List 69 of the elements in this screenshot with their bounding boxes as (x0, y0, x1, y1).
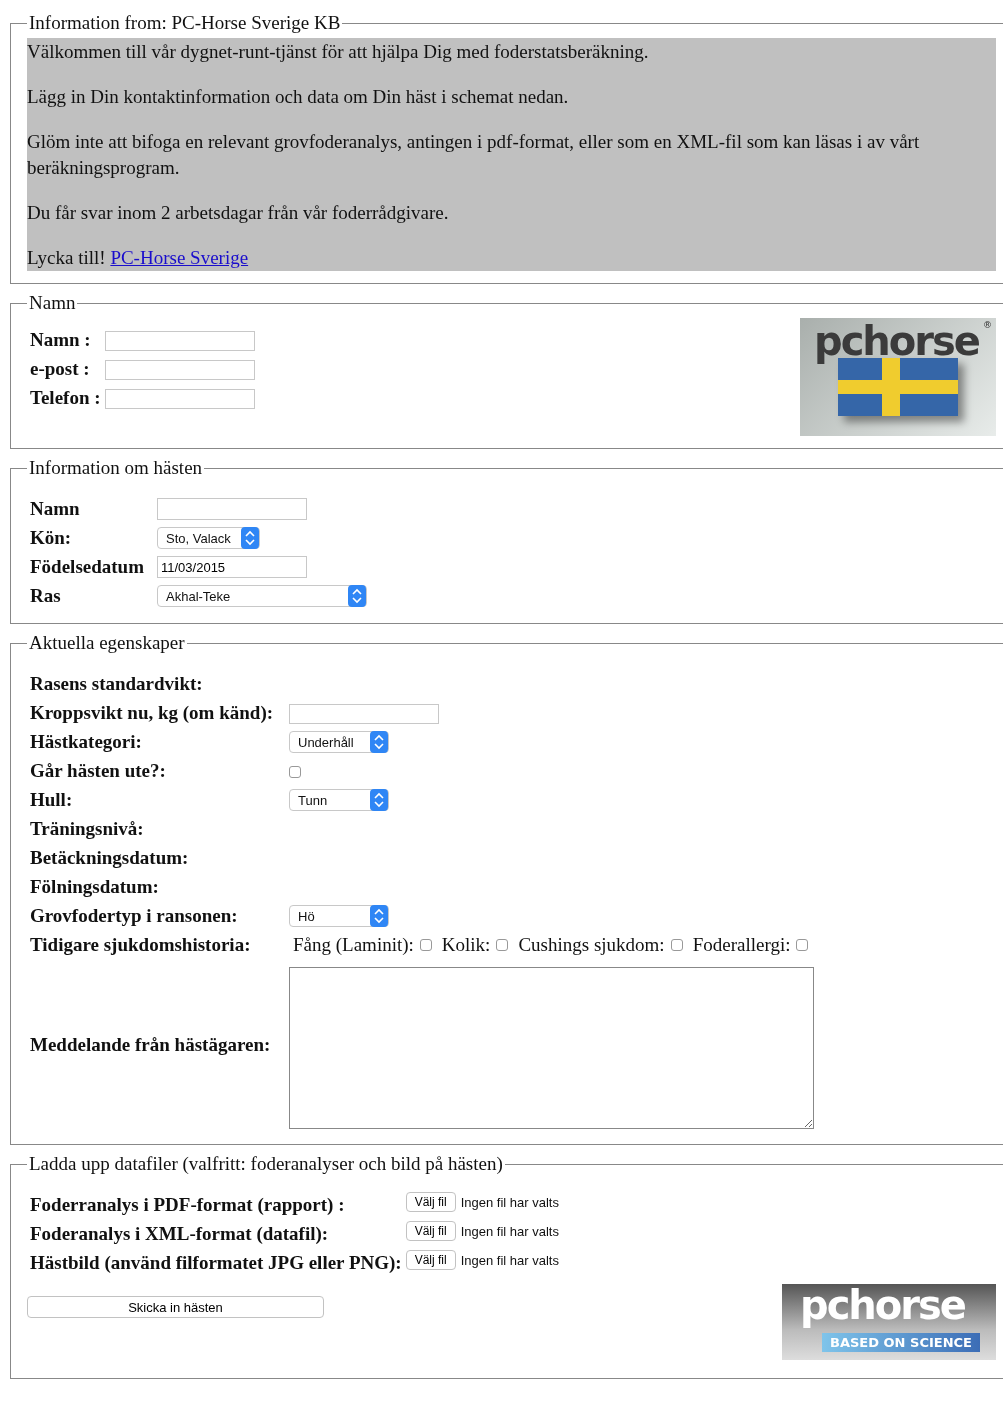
dropdown[interactable]: Hö (289, 905, 389, 928)
logo-tagline: BASED ON SCIENCE (822, 1333, 980, 1352)
field-label: Namn (30, 497, 80, 519)
field-label: Meddelande från hästägaren: (30, 1034, 271, 1055)
file-status: Ingen fil har valts (460, 1223, 559, 1239)
info-paragraph: Du får svar inom 2 arbetsdagar från vår foderrådgivare. (27, 201, 450, 225)
option-label: Kolik: (441, 933, 491, 956)
file-status: Ingen fil har valts (460, 1252, 559, 1268)
dropdown[interactable]: Sto, Valack (157, 527, 260, 550)
input-field[interactable] (157, 498, 307, 521)
field-label: Hästbild (använd filformatet JPG eller PNG): (30, 1251, 402, 1273)
input-field[interactable]: 11/03/2015 (157, 556, 307, 579)
logo-text: pchorse (814, 318, 979, 364)
field-label: Rasens standardvikt: (30, 672, 203, 694)
checkbox[interactable] (670, 938, 683, 951)
registered-mark: ® (983, 320, 992, 330)
field-label: Fölningsdatum: (30, 875, 159, 897)
message-field[interactable] (289, 967, 814, 1129)
field-label: Tidigare sjukdomshistoria: (30, 933, 251, 955)
option-label: Foderallergi: (692, 933, 791, 956)
section-legend: Aktuella egenskaper (27, 632, 187, 654)
info-paragraph: Välkommen till vår dygnet-runt-tjänst för att hjälpa Dig med foderstatsberäkning. (27, 40, 650, 64)
choose-file-button[interactable]: Välj fil (405, 1221, 456, 1241)
section-legend: Information om hästen (27, 457, 205, 479)
section-legend: Ladda upp datafiler (valfritt: foderanalyser och bild på hästen) (27, 1153, 505, 1175)
chevron-icon (370, 789, 388, 812)
chevron-icon (348, 585, 366, 608)
logo-text: pchorse (800, 1282, 965, 1328)
section-legend: Namn (27, 292, 78, 314)
field-label: Hästkategori: (30, 730, 142, 752)
checkbox[interactable] (496, 938, 509, 951)
field-label: e-post : (30, 357, 90, 379)
info-paragraph: Lägg in Din kontaktinformation och data om Din häst i schemat nedan. (27, 85, 570, 109)
chevron-icon (370, 731, 388, 754)
dropdown[interactable]: Underhåll (289, 731, 389, 754)
field-label: Foderranalys i PDF-format (rapport) : (30, 1193, 345, 1215)
input-field[interactable] (104, 359, 255, 380)
checkbox[interactable] (289, 766, 301, 779)
dropdown[interactable]: Akhal-Teke (157, 585, 367, 608)
input-field[interactable] (104, 388, 255, 409)
closing-text: Lycka till! (27, 247, 106, 268)
field-label: Telefon : (30, 386, 101, 408)
field-label: Kön: (30, 526, 72, 548)
field-label: Ras (30, 584, 61, 606)
field-label: Kroppsvikt nu, kg (om känd): (30, 701, 274, 723)
field-label: Foderanalys i XML-format (datafil): (30, 1222, 329, 1244)
option-label: Cushings sjukdom: (518, 933, 665, 956)
info-paragraph: Glöm inte att bifoga en relevant grovfoderanalys, antingen i pdf-format, eller som en XML-fil som kan läsas i av vårt beräkningsprogram. (27, 130, 921, 180)
section-legend: Information from: PC-Horse Sverige KB (27, 12, 343, 34)
link[interactable]: PC-Horse Sverige (110, 247, 249, 268)
option-label: Fång (Laminit): (293, 933, 414, 956)
dropdown[interactable]: Tunn (289, 789, 389, 812)
input-field[interactable] (104, 330, 255, 351)
submit-button[interactable]: Skicka in hästen (27, 1296, 324, 1318)
field-label: Födelsedatum (30, 555, 144, 577)
field-label: Hull: (30, 788, 73, 810)
choose-file-button[interactable]: Välj fil (405, 1192, 456, 1212)
field-label: Träningsnivå: (30, 817, 144, 839)
checkbox[interactable] (419, 938, 432, 951)
field-label: Betäckningsdatum: (30, 846, 189, 868)
file-status: Ingen fil har valts (460, 1194, 559, 1210)
checkbox[interactable] (796, 938, 809, 951)
choose-file-button[interactable]: Välj fil (405, 1250, 456, 1270)
field-label: Grovfodertyp i ransonen: (30, 904, 238, 926)
field-label: Går hästen ute?: (30, 759, 166, 781)
chevron-icon (240, 527, 259, 550)
input-field[interactable] (289, 703, 439, 724)
chevron-icon (370, 905, 388, 928)
field-label: Namn : (30, 328, 91, 350)
